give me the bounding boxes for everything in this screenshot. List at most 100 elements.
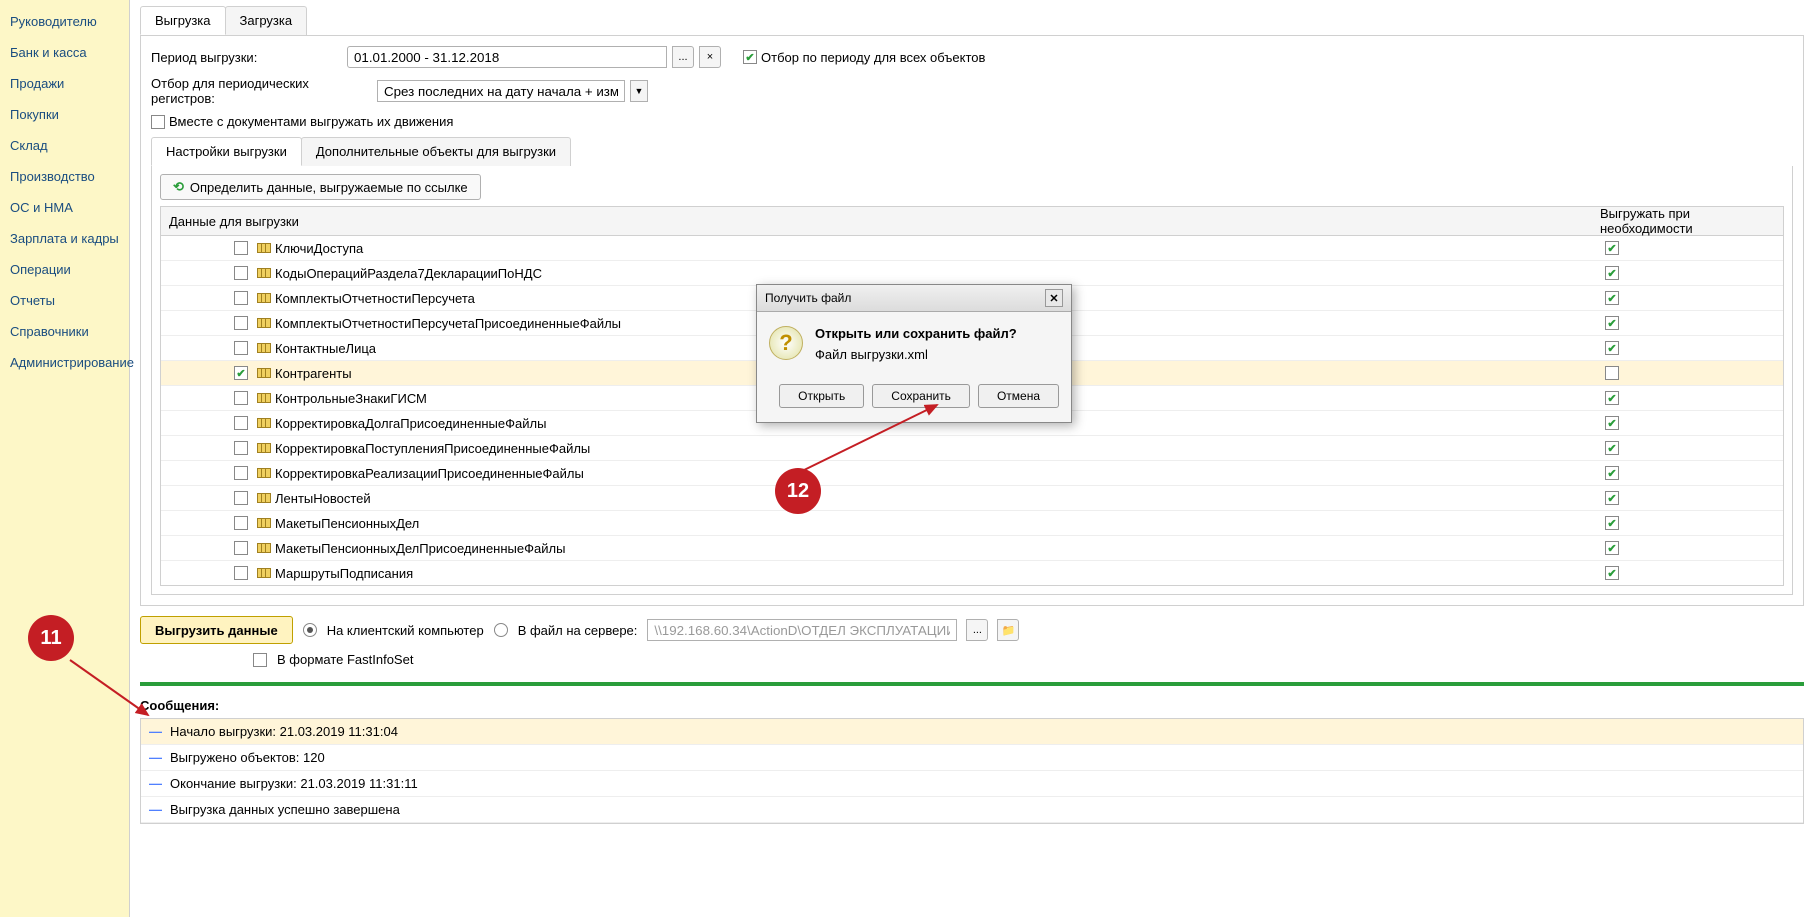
period-clear-button[interactable]: × — [699, 46, 721, 68]
message-row: — Выгрузка данных успешно завершена — [141, 797, 1803, 823]
sidebar-item[interactable]: ОС и НМА — [0, 192, 129, 223]
row-checkbox[interactable] — [234, 416, 248, 430]
messages-title: Сообщения: — [140, 698, 1804, 713]
row-name: ЛентыНовостей — [275, 491, 1605, 506]
row-flag-checkbox[interactable] — [1605, 441, 1619, 455]
period-label: Период выгрузки: — [151, 50, 341, 65]
row-flag-checkbox[interactable] — [1605, 316, 1619, 330]
row-flag-checkbox[interactable] — [1605, 466, 1619, 480]
sidebar-item[interactable]: Отчеты — [0, 285, 129, 316]
separator — [140, 682, 1804, 686]
export-movements-checkbox[interactable] — [151, 115, 165, 129]
registers-select[interactable] — [377, 80, 625, 102]
row-name: МаршрутыПодписания — [275, 566, 1605, 581]
row-flag-checkbox[interactable] — [1605, 341, 1619, 355]
row-checkbox[interactable] — [234, 266, 248, 280]
row-flag-checkbox[interactable] — [1605, 391, 1619, 405]
sidebar-item[interactable]: Администрирование — [0, 347, 129, 378]
row-flag-checkbox[interactable] — [1605, 241, 1619, 255]
catalog-icon — [257, 443, 271, 453]
tab-export-settings[interactable]: Настройки выгрузки — [151, 137, 302, 166]
dialog-cancel-button[interactable]: Отмена — [978, 384, 1059, 408]
row-checkbox[interactable] — [234, 466, 248, 480]
row-flag-checkbox[interactable] — [1605, 291, 1619, 305]
row-checkbox[interactable] — [234, 341, 248, 355]
fastinfoset-label: В формате FastInfoSet — [277, 652, 413, 667]
row-checkbox[interactable] — [234, 541, 248, 555]
radio-client-computer[interactable] — [303, 623, 317, 637]
row-flag-checkbox[interactable] — [1605, 366, 1619, 380]
sidebar-item[interactable]: Банк и касса — [0, 37, 129, 68]
table-row[interactable]: МакетыПенсионныхДел — [161, 511, 1783, 536]
catalog-icon — [257, 543, 271, 553]
table-row[interactable]: КодыОперацийРаздела7ДекларацииПоНДС — [161, 261, 1783, 286]
sidebar-item[interactable]: Продажи — [0, 68, 129, 99]
row-checkbox[interactable] — [234, 491, 248, 505]
row-flag-checkbox[interactable] — [1605, 266, 1619, 280]
dialog-filename: Файл выгрузки.xml — [815, 347, 1017, 362]
tab-export[interactable]: Выгрузка — [140, 6, 226, 35]
period-input[interactable] — [347, 46, 667, 68]
table-row[interactable]: МаршрутыПодписания — [161, 561, 1783, 586]
row-checkbox[interactable] — [234, 366, 248, 380]
dialog-save-button[interactable]: Сохранить — [872, 384, 970, 408]
registers-dropdown-button[interactable]: ▼ — [630, 80, 648, 102]
export-data-button[interactable]: Выгрузить данные — [140, 616, 293, 644]
sidebar-item[interactable]: Руководителю — [0, 6, 129, 37]
dialog-title-text: Получить файл — [765, 291, 851, 305]
period-choose-button[interactable]: ... — [672, 46, 694, 68]
row-flag-checkbox[interactable] — [1605, 541, 1619, 555]
tab-additional-objects[interactable]: Дополнительные объекты для выгрузки — [301, 137, 571, 166]
sidebar-item[interactable]: Зарплата и кадры — [0, 223, 129, 254]
row-checkbox[interactable] — [234, 291, 248, 305]
messages-panel: Сообщения: —Начало выгрузки: 21.03.2019 … — [140, 698, 1804, 824]
main-area: Выгрузка Загрузка Период выгрузки: ... ×… — [130, 0, 1814, 917]
row-name: МакетыПенсионныхДелПрисоединенныеФайлы — [275, 541, 1605, 556]
table-row[interactable]: КорректировкаПоступленияПрисоединенныеФа… — [161, 436, 1783, 461]
filter-period-all-objects-checkbox[interactable] — [743, 50, 757, 64]
dialog-open-button[interactable]: Открыть — [779, 384, 864, 408]
sidebar-item[interactable]: Производство — [0, 161, 129, 192]
table-row[interactable]: КлючиДоступа — [161, 236, 1783, 261]
sidebar-item[interactable]: Склад — [0, 130, 129, 161]
row-checkbox[interactable] — [234, 391, 248, 405]
col-data-label: Данные для выгрузки — [169, 214, 1600, 229]
question-icon: ? — [769, 326, 803, 360]
sidebar-item[interactable]: Покупки — [0, 99, 129, 130]
table-row[interactable]: КорректировкаРеализацииПрисоединенныеФай… — [161, 461, 1783, 486]
sidebar-item[interactable]: Справочники — [0, 316, 129, 347]
row-checkbox[interactable] — [234, 566, 248, 580]
message-text: Выгружено объектов: 120 — [170, 750, 325, 765]
row-checkbox[interactable] — [234, 441, 248, 455]
row-flag-checkbox[interactable] — [1605, 516, 1619, 530]
row-name: КлючиДоступа — [275, 241, 1605, 256]
row-flag-checkbox[interactable] — [1605, 416, 1619, 430]
table-row[interactable]: МакетыПенсионныхДелПрисоединенныеФайлы — [161, 536, 1783, 561]
sidebar-item[interactable]: Операции — [0, 254, 129, 285]
annotation-11: 11 — [28, 615, 74, 661]
message-text: Окончание выгрузки: 21.03.2019 11:31:11 — [170, 776, 418, 791]
top-tabs: Выгрузка Загрузка — [140, 6, 1804, 36]
row-checkbox[interactable] — [234, 516, 248, 530]
determine-linked-data-button[interactable]: ⟲ Определить данные, выгружаемые по ссыл… — [160, 174, 481, 200]
radio-server-file[interactable] — [494, 623, 508, 637]
catalog-icon — [257, 518, 271, 528]
table-header: Данные для выгрузки Выгружать при необхо… — [160, 206, 1784, 236]
row-checkbox[interactable] — [234, 316, 248, 330]
table-row[interactable]: ЛентыНовостей — [161, 486, 1783, 511]
sidebar: РуководителюБанк и кассаПродажиПокупкиСк… — [0, 0, 130, 917]
dialog-close-button[interactable]: ✕ — [1045, 289, 1063, 307]
server-path-input[interactable] — [647, 619, 957, 641]
row-flag-checkbox[interactable] — [1605, 491, 1619, 505]
path-choose-button[interactable]: ... — [966, 619, 988, 641]
fastinfoset-checkbox[interactable] — [253, 653, 267, 667]
row-checkbox[interactable] — [234, 241, 248, 255]
path-open-button[interactable]: 📁 — [997, 619, 1019, 641]
row-flag-checkbox[interactable] — [1605, 566, 1619, 580]
export-movements-label: Вместе с документами выгружать их движен… — [169, 114, 453, 129]
catalog-icon — [257, 343, 271, 353]
tab-import[interactable]: Загрузка — [225, 6, 308, 35]
dash-icon: — — [149, 802, 162, 817]
message-text: Выгрузка данных успешно завершена — [170, 802, 400, 817]
annotation-12: 12 — [775, 468, 821, 514]
